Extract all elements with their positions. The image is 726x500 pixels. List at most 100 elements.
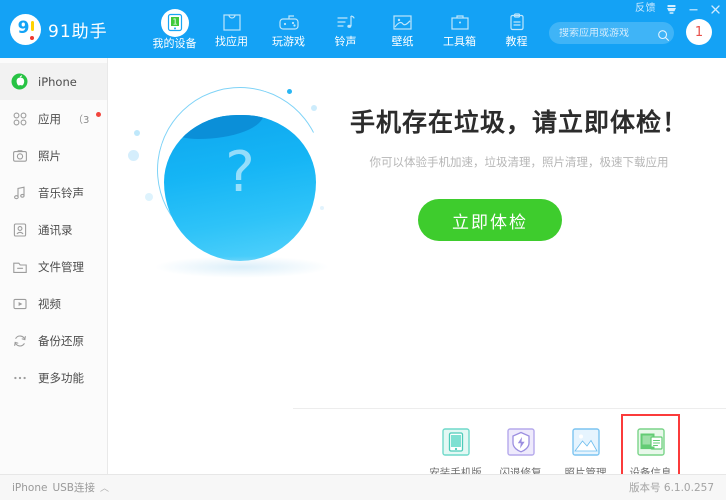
bubble-icon xyxy=(320,206,324,210)
app-header: 反馈 9 91助手 1 我的设备 找应用 玩游戏 铃声 壁纸 工具箱 教程 搜索… xyxy=(0,0,726,58)
app-body: iPhone 应用 （3 照片 音乐铃声 通讯录 文件管理 视频 备份还原 更多… xyxy=(0,58,726,474)
hero-section: ? 手机存在垃圾，请立即体检！ 你可以体验手机加速，垃圾清理，照片清理，极速下载… xyxy=(108,58,726,350)
apple-icon xyxy=(11,73,28,90)
sidebar-item-apps[interactable]: 应用 （3 xyxy=(0,100,107,137)
feedback-button[interactable]: 反馈 xyxy=(635,0,656,18)
nav-label: 教程 xyxy=(505,35,528,48)
sidebar-item-label: iPhone xyxy=(38,74,77,89)
nav-label: 铃声 xyxy=(334,35,357,48)
status-bar: iPhone USB连接 ︿ 版本号 6.1.0.257 xyxy=(0,474,726,500)
sidebar-item-label: 通讯录 xyxy=(38,222,73,237)
sidebar-item-label: 备份还原 xyxy=(38,333,84,348)
device-info-icon xyxy=(636,427,666,457)
logo-badge-icon: 9 xyxy=(10,13,41,45)
nav-item-my-device[interactable]: 1 我的设备 xyxy=(146,0,203,58)
sidebar-item-label: 音乐铃声 xyxy=(38,185,84,200)
content-divider xyxy=(293,408,726,409)
nav-label: 找应用 xyxy=(215,35,248,48)
search-box[interactable] xyxy=(549,22,674,44)
status-sphere-illustration: ? xyxy=(128,65,345,278)
window-controls: 反馈 xyxy=(635,0,722,18)
chevron-up-icon[interactable]: ︿ xyxy=(100,481,109,494)
sidebar-item-backup[interactable]: 备份还原 xyxy=(0,322,107,359)
notification-dot-icon xyxy=(96,112,102,117)
shield-bolt-icon xyxy=(506,427,536,457)
nav-item-tutorial[interactable]: 教程 xyxy=(488,0,545,58)
connection-status[interactable]: iPhone USB连接 ︿ xyxy=(12,480,109,495)
hero-title: 手机存在垃圾，请立即体检！ xyxy=(349,108,688,137)
search-icon[interactable] xyxy=(657,27,670,41)
apps-grid-icon xyxy=(11,110,28,127)
logo-text: 91助手 xyxy=(48,21,108,42)
main-content: ? 手机存在垃圾，请立即体检！ 你可以体验手机加速，垃圾清理，照片清理，极速下载… xyxy=(108,58,726,474)
shortcut-device-info[interactable]: 设备信息 xyxy=(621,414,680,474)
camera-icon xyxy=(11,147,28,164)
shortcut-label: 设备信息 xyxy=(629,467,672,474)
sidebar-item-iphone[interactable]: iPhone xyxy=(0,63,107,100)
sidebar-item-label: 应用 xyxy=(38,111,61,126)
sphere-cap xyxy=(164,115,264,139)
sidebar-item-label: 照片 xyxy=(38,148,61,163)
folder-icon xyxy=(11,258,28,275)
ring-endpoint-dot-icon xyxy=(287,89,292,94)
search-container xyxy=(549,22,674,44)
sidebar-item-label: 更多功能 xyxy=(38,370,84,385)
status-device-name: iPhone xyxy=(12,481,48,494)
nav-label: 工具箱 xyxy=(443,35,476,48)
nav-item-wallpaper[interactable]: 壁纸 xyxy=(374,0,431,58)
device-icon: 1 xyxy=(160,8,189,37)
shortcut-label: 照片管理 xyxy=(564,467,607,474)
question-mark-glyph: ? xyxy=(225,140,255,205)
contacts-icon xyxy=(11,221,28,238)
start-checkup-button[interactable]: 立即体检 xyxy=(418,199,562,241)
sidebar-item-files[interactable]: 文件管理 xyxy=(0,248,107,285)
bubble-icon xyxy=(311,105,317,111)
phone-install-icon xyxy=(441,427,471,457)
version-label: 版本号 6.1.0.257 xyxy=(629,482,714,494)
hero-subtitle: 你可以体验手机加速，垃圾清理，照片清理，极速下载应用 xyxy=(369,155,669,169)
sidebar-item-count: （3 xyxy=(73,115,90,126)
logo-bang-icon xyxy=(31,20,34,31)
bubble-icon xyxy=(145,193,153,201)
sidebar-item-label: 视频 xyxy=(38,296,61,311)
logo-mark: 9 xyxy=(17,17,30,38)
music-note-icon xyxy=(333,10,359,34)
app-bag-icon xyxy=(219,10,245,34)
sidebar-item-more[interactable]: 更多功能 xyxy=(0,359,107,396)
nav-item-ringtones[interactable]: 铃声 xyxy=(317,0,374,58)
close-icon[interactable] xyxy=(709,3,722,16)
sidebar-item-contacts[interactable]: 通讯录 xyxy=(0,211,107,248)
nav-item-play-games[interactable]: 玩游戏 xyxy=(260,0,317,58)
video-icon xyxy=(11,295,28,312)
download-tray-icon[interactable] xyxy=(665,3,678,16)
shortcut-label: 安装手机版 xyxy=(429,467,482,474)
photo-icon xyxy=(571,427,601,457)
logo-dot-icon xyxy=(30,35,34,40)
nav-label: 玩游戏 xyxy=(272,35,305,48)
status-connection-type: USB连接 xyxy=(52,482,96,494)
nav-item-toolbox[interactable]: 工具箱 xyxy=(431,0,488,58)
sidebar-item-photos[interactable]: 照片 xyxy=(0,137,107,174)
sidebar-item-videos[interactable]: 视频 xyxy=(0,285,107,322)
account-avatar[interactable]: 1 xyxy=(686,19,712,45)
bubble-icon xyxy=(128,150,139,161)
shortcut-row: 安装手机版 闪退修复 照片管理 设备信息 xyxy=(429,414,680,474)
shortcut-label: 闪退修复 xyxy=(499,467,542,474)
shortcut-install-mobile[interactable]: 安装手机版 xyxy=(429,421,482,474)
shortcut-crash-repair[interactable]: 闪退修复 xyxy=(498,421,543,474)
tutorial-icon xyxy=(504,10,530,34)
music-icon xyxy=(11,184,28,201)
minimize-icon[interactable] xyxy=(687,3,700,16)
sidebar: iPhone 应用 （3 照片 音乐铃声 通讯录 文件管理 视频 备份还原 更多… xyxy=(0,58,108,474)
gamepad-icon xyxy=(276,10,302,34)
sphere-shadow xyxy=(154,256,330,278)
nav-item-find-apps[interactable]: 找应用 xyxy=(203,0,260,58)
shortcut-photo-manage[interactable]: 照片管理 xyxy=(563,421,608,474)
nav-label: 壁纸 xyxy=(391,35,414,48)
sidebar-item-music[interactable]: 音乐铃声 xyxy=(0,174,107,211)
search-input[interactable] xyxy=(559,27,657,39)
toolbox-icon xyxy=(447,10,473,34)
hero-text-block: 手机存在垃圾，请立即体检！ 你可以体验手机加速，垃圾清理，照片清理，极速下载应用 xyxy=(320,103,718,170)
svg-text:1: 1 xyxy=(172,18,177,27)
app-logo[interactable]: 9 91助手 xyxy=(10,13,140,45)
